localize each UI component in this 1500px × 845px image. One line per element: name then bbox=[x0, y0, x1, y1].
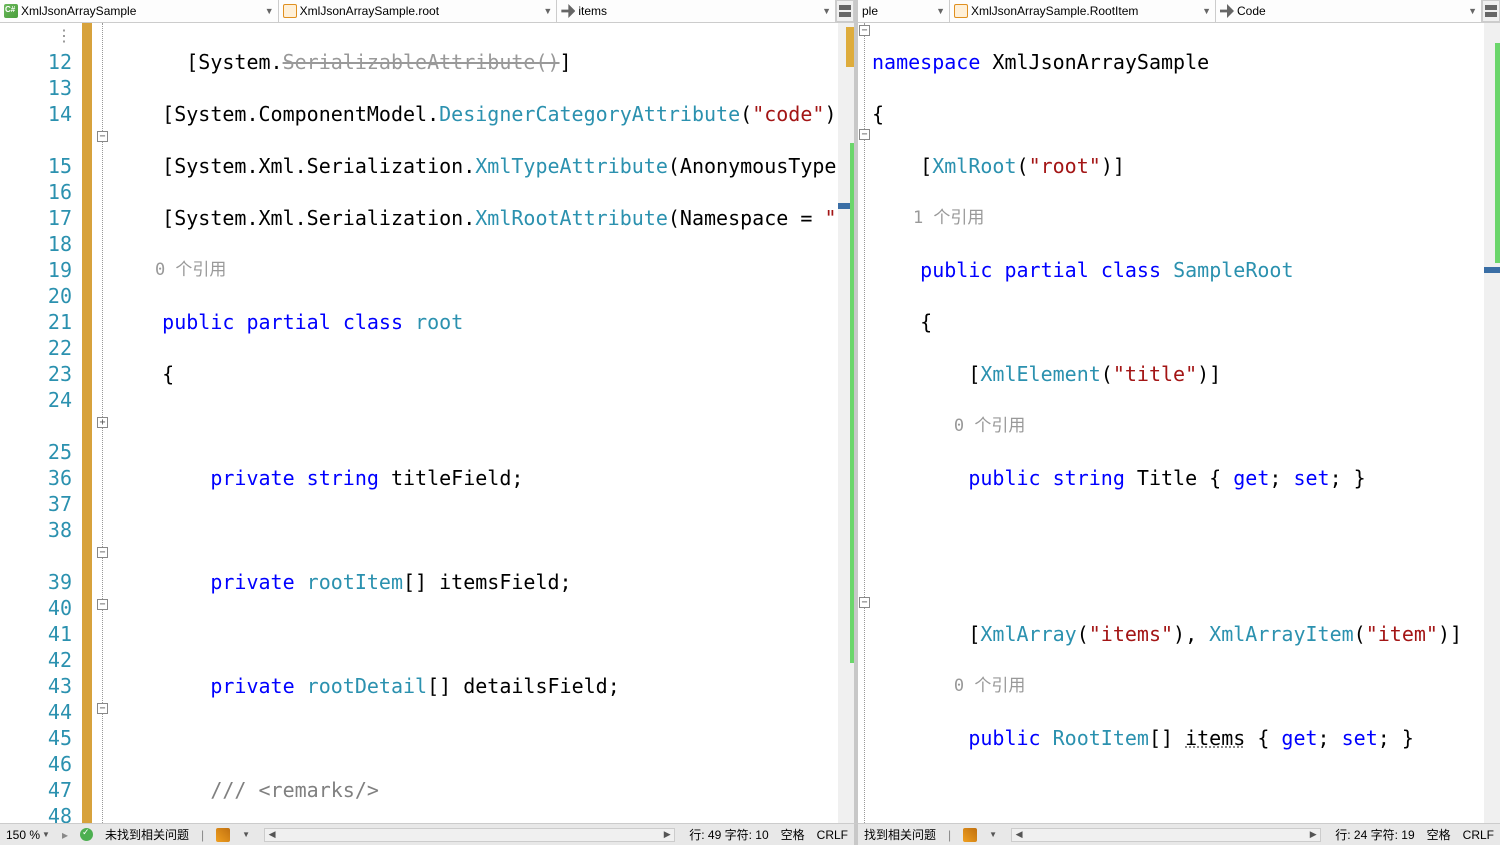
fold-toggle[interactable]: − bbox=[859, 129, 870, 140]
editor-pane-right: ple▼ XmlJsonArraySample.RootItem▼ Code▼ … bbox=[858, 0, 1500, 823]
breadcrumb-bar-right: ple ▼ XmlJsonArraySample.RootItem ▼ Code ▼ bbox=[858, 0, 1500, 23]
breadcrumb-bar-left: XmlJsonArraySample ▼ XmlJsonArraySample.r… bbox=[0, 0, 854, 23]
chevron-down-icon: ▼ bbox=[936, 6, 945, 16]
split-view-button[interactable] bbox=[836, 0, 854, 22]
crumb-label: items bbox=[578, 4, 607, 18]
chevron-down-icon: ▼ bbox=[42, 830, 50, 839]
crumb-namespace[interactable]: XmlJsonArraySample ▼ bbox=[0, 0, 279, 22]
vertical-scrollbar[interactable] bbox=[1484, 23, 1500, 823]
zoom-value: 150 % bbox=[6, 828, 40, 842]
editor-pane-left: XmlJsonArraySample ▼ XmlJsonArraySample.r… bbox=[0, 0, 858, 823]
fold-toggle[interactable]: − bbox=[859, 597, 870, 608]
change-marker-gutter bbox=[82, 23, 92, 823]
horizontal-scrollbar[interactable]: ◀▶ bbox=[1011, 828, 1321, 842]
cursor-position[interactable]: 行: 24 字符: 19 bbox=[1335, 826, 1414, 843]
fold-toggle[interactable]: − bbox=[97, 547, 108, 558]
fold-toggle[interactable]: − bbox=[97, 131, 108, 142]
crumb-label: ple bbox=[862, 4, 878, 18]
whitespace-mode[interactable]: 空格 bbox=[781, 826, 805, 843]
chevron-down-icon: ▼ bbox=[265, 6, 274, 16]
whitespace-mode[interactable]: 空格 bbox=[1427, 826, 1451, 843]
fold-gutter: − + − − − bbox=[92, 23, 114, 823]
brush-icon[interactable] bbox=[963, 828, 977, 842]
class-icon bbox=[954, 4, 968, 18]
crumb-label: XmlJsonArraySample bbox=[21, 4, 136, 18]
split-view-button[interactable] bbox=[1482, 0, 1500, 22]
crumb-label: Code bbox=[1237, 4, 1266, 18]
chevron-down-icon: ▼ bbox=[822, 6, 831, 16]
code-area-right[interactable]: namespace XmlJsonArraySample { [XmlRoot(… bbox=[872, 23, 1500, 823]
csharp-icon bbox=[4, 4, 18, 18]
codelens-references[interactable]: 0 个引用 bbox=[954, 416, 1025, 436]
horizontal-scrollbar[interactable]: ◀▶ bbox=[264, 828, 675, 842]
vertical-scrollbar[interactable] bbox=[838, 23, 854, 823]
crumb-class[interactable]: XmlJsonArraySample.RootItem ▼ bbox=[950, 0, 1216, 22]
brush-icon[interactable] bbox=[216, 828, 230, 842]
chevron-down-icon: ▼ bbox=[1468, 6, 1477, 16]
status-bar-right: 找到相关问题 | ▼ ◀▶ 行: 24 字符: 19 空格 CRLF bbox=[858, 823, 1500, 845]
codelens-references[interactable]: 0 个引用 bbox=[954, 676, 1025, 696]
fold-toggle[interactable]: + bbox=[97, 417, 108, 428]
line-ending-mode[interactable]: CRLF bbox=[817, 828, 848, 842]
line-ending-mode[interactable]: CRLF bbox=[1463, 828, 1494, 842]
issues-status[interactable]: 找到相关问题 bbox=[864, 826, 936, 843]
crumb-member[interactable]: Code ▼ bbox=[1216, 0, 1482, 22]
line-number-gutter: ⋮ 121314 15161718192021222324 25363738 3… bbox=[0, 23, 82, 823]
crumb-label: XmlJsonArraySample.RootItem bbox=[971, 4, 1138, 18]
status-bar-left: 150 %▼ ▸ 未找到相关问题 | ▼ ◀▶ 行: 49 字符: 10 空格 … bbox=[0, 823, 858, 845]
code-editor-left[interactable]: ⋮ 121314 15161718192021222324 25363738 3… bbox=[0, 23, 854, 823]
cursor-position[interactable]: 行: 49 字符: 10 bbox=[689, 826, 768, 843]
zoom-control[interactable]: 150 %▼ bbox=[6, 828, 50, 842]
crumb-class[interactable]: XmlJsonArraySample.root ▼ bbox=[279, 0, 558, 22]
code-editor-right[interactable]: − − − namespace XmlJsonArraySample { [Xm… bbox=[858, 23, 1500, 823]
code-area-left[interactable]: [System.SerializableAttribute()] [System… bbox=[114, 23, 854, 823]
codelens-references[interactable]: 1 个引用 bbox=[913, 208, 984, 228]
crumb-label: XmlJsonArraySample.root bbox=[300, 4, 439, 18]
codelens-references[interactable]: 0 个引用 bbox=[155, 260, 226, 280]
issues-status[interactable]: 未找到相关问题 bbox=[105, 826, 189, 843]
chevron-down-icon: ▼ bbox=[543, 6, 552, 16]
check-icon bbox=[80, 828, 93, 841]
crumb-member[interactable]: items ▼ bbox=[557, 0, 836, 22]
crumb-namespace[interactable]: ple ▼ bbox=[858, 0, 950, 22]
wrench-icon bbox=[561, 4, 575, 18]
wrench-icon bbox=[1220, 4, 1234, 18]
chevron-down-icon: ▼ bbox=[1202, 6, 1211, 16]
fold-toggle[interactable]: − bbox=[97, 703, 108, 714]
fold-toggle[interactable]: − bbox=[97, 599, 108, 610]
fold-gutter: − − − bbox=[858, 23, 872, 823]
fold-toggle[interactable]: − bbox=[859, 25, 870, 36]
class-icon bbox=[283, 4, 297, 18]
